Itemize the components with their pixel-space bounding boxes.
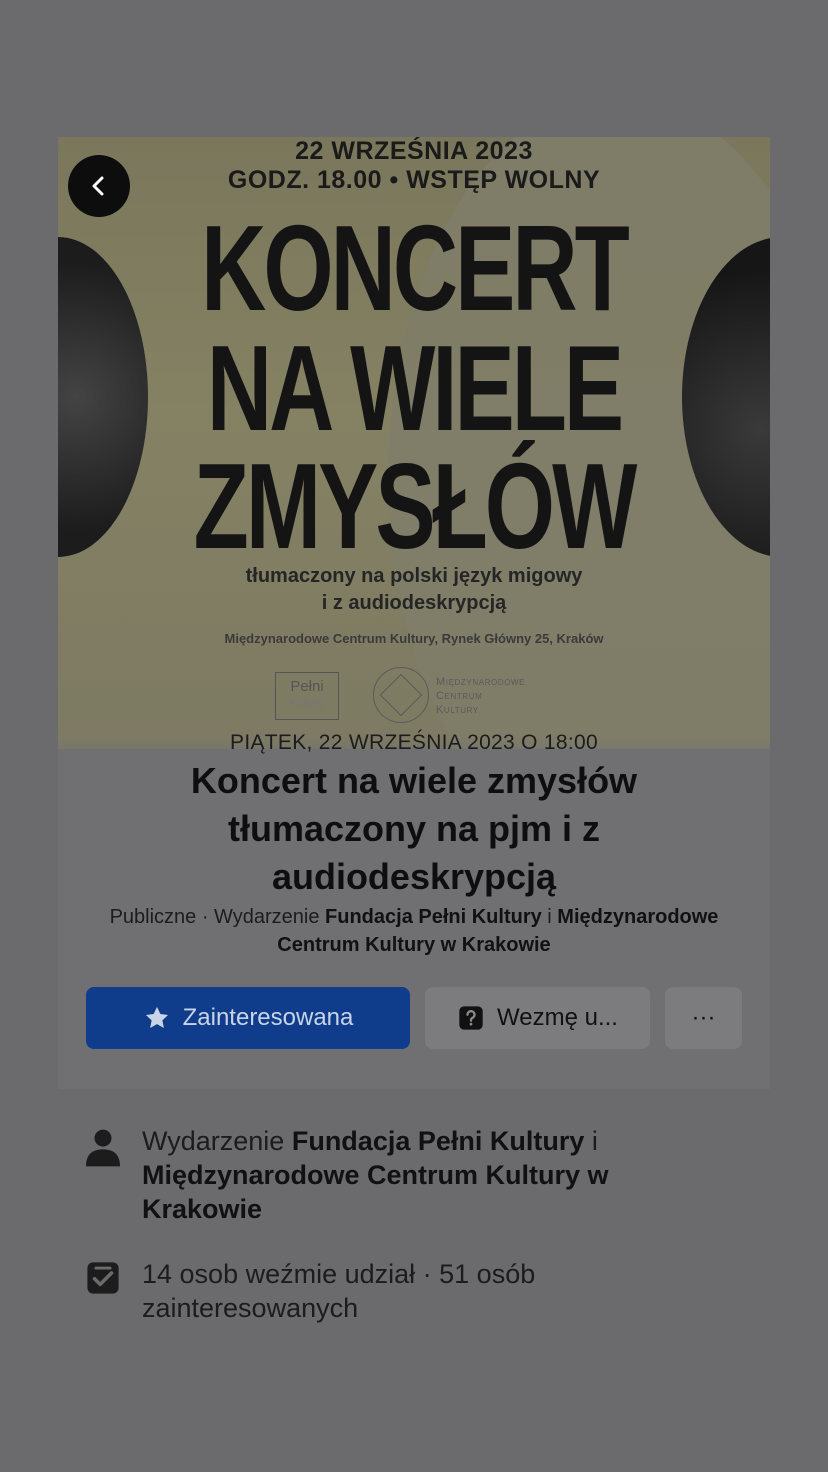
- question-box-icon: [457, 1004, 485, 1032]
- poster-subtitle-line-2: i z audiodeskrypcją: [321, 592, 507, 614]
- event-title: Koncert na wiele zmysłów tłumaczony na p…: [190, 760, 638, 897]
- logo-text: Pełni: [290, 678, 324, 695]
- event-card: 22 WRZEŚNIA 2023 GODZ. 18.00 • WSTĘP WOL…: [58, 137, 770, 1089]
- mck-logo-text: Międzynarodowe Centrum Kultury: [436, 675, 525, 717]
- poster-photo-left: [58, 237, 148, 557]
- logo-text: Kultury: [436, 704, 479, 716]
- event-cover-poster[interactable]: 22 WRZEŚNIA 2023 GODZ. 18.00 • WSTĘP WOL…: [58, 137, 770, 749]
- event-date: PIĄTEK, 22 WRZEŚNIA 2023 O 18:00: [230, 731, 598, 754]
- interested-button[interactable]: Zainteresowana: [86, 987, 410, 1049]
- going-button[interactable]: Wezmę u...: [425, 987, 650, 1049]
- going-label: Wezmę u...: [497, 1004, 618, 1031]
- more-label: ···: [691, 1004, 716, 1031]
- pelni-kultury-logo: Pełni Kultury: [275, 672, 339, 720]
- person-icon: [86, 1128, 120, 1176]
- meta-joiner: i: [541, 906, 558, 928]
- host-row: Wydarzenie Fundacja Pełni Kultury i Międ…: [86, 1124, 686, 1226]
- back-button[interactable]: [68, 155, 130, 217]
- poster-time: GODZ. 18.00 • WSTĘP WOLNY: [227, 166, 601, 194]
- star-icon: [143, 1004, 171, 1032]
- poster-title-line-3: ZMYSŁÓW: [193, 438, 638, 574]
- host-prefix: Wydarzenie: [142, 1126, 292, 1156]
- logo-text: Międzynarodowe: [436, 676, 526, 688]
- logo-text: Centrum: [436, 690, 483, 702]
- host-link[interactable]: Fundacja Pełni Kultury: [292, 1126, 585, 1156]
- host-joiner: i: [584, 1126, 598, 1156]
- event-meta: Publiczne · Wydarzenie Fundacja Pełni Ku…: [78, 903, 750, 959]
- checklist-icon: [86, 1261, 120, 1303]
- interested-label: Zainteresowana: [182, 1004, 354, 1031]
- poster-subtitle-line-1: tłumaczony na polski język migowy: [245, 565, 583, 587]
- logo-text: Kultury: [289, 697, 325, 709]
- poster-address: Międzynarodowe Centrum Kultury, Rynek Gł…: [224, 631, 604, 646]
- poster-date: 22 WRZEŚNIA 2023: [295, 137, 533, 165]
- attendance-row: 14 osob weźmie udział · 51 osób zaintere…: [86, 1257, 686, 1325]
- more-options-button[interactable]: ···: [665, 987, 742, 1049]
- mck-logo: [373, 667, 429, 723]
- attendance-text[interactable]: 14 osob weźmie udział · 51 osób zaintere…: [142, 1257, 686, 1325]
- host-link[interactable]: Międzynarodowe Centrum Kultury w Krakowi…: [142, 1160, 609, 1224]
- host-text: Wydarzenie Fundacja Pełni Kultury i Międ…: [142, 1124, 686, 1226]
- organizer-link[interactable]: Fundacja Pełni Kultury: [325, 906, 542, 928]
- chevron-left-icon: [92, 176, 104, 196]
- meta-prefix: Publiczne · Wydarzenie: [109, 906, 326, 928]
- poster-title-line-1: KONCERT: [201, 200, 630, 336]
- poster-title-line-2: NA WIELE: [206, 320, 624, 456]
